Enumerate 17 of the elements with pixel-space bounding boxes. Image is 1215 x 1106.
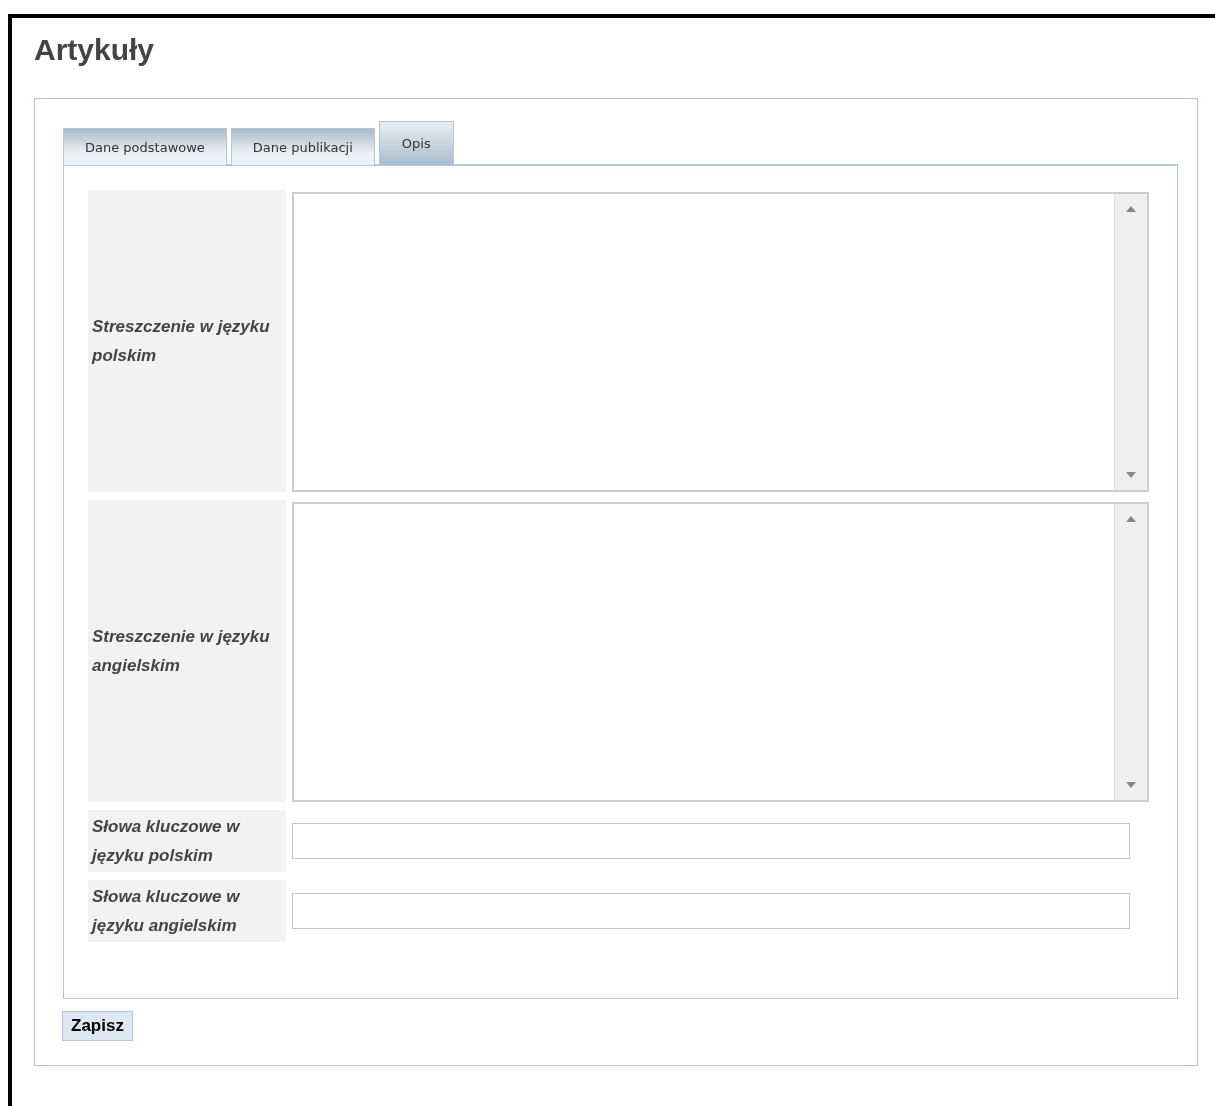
tab[interactable]: Dane publikacji <box>230 128 375 165</box>
input-field[interactable] <box>292 893 1130 929</box>
page-title: Artykuły <box>34 32 155 68</box>
scroll-up-icon[interactable] <box>1126 516 1136 522</box>
tab[interactable]: Opis <box>378 121 454 165</box>
scrollbar[interactable] <box>1114 194 1147 490</box>
scroll-down-icon[interactable] <box>1126 782 1136 788</box>
save-button[interactable]: Zapisz <box>62 1011 133 1041</box>
field-label: Słowa kluczowe w języku angielskim <box>88 880 286 942</box>
field-label: Streszczenie w języku angielskim <box>88 500 286 802</box>
scroll-down-icon[interactable] <box>1126 472 1136 478</box>
tab[interactable]: Dane podstawowe <box>63 128 227 165</box>
field-label: Streszczenie w języku polskim <box>88 190 286 492</box>
input-field[interactable] <box>292 823 1130 859</box>
scrollbar[interactable] <box>1114 504 1147 800</box>
scroll-up-icon[interactable] <box>1126 206 1136 212</box>
field-label: Słowa kluczowe w języku polskim <box>88 810 286 872</box>
